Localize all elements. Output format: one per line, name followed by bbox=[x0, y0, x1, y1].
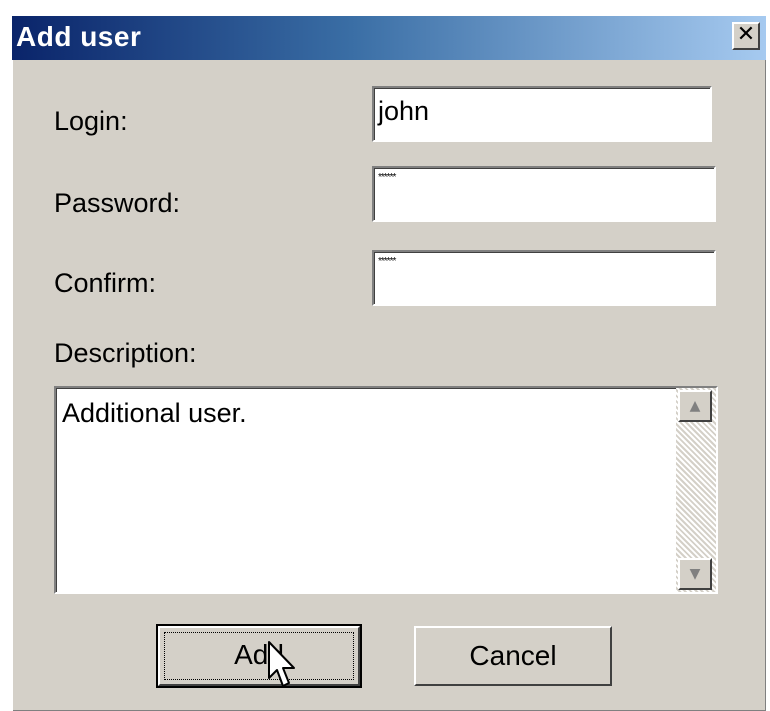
arrow-up-icon: ▲ bbox=[689, 398, 701, 414]
focus-rectangle bbox=[164, 632, 354, 680]
login-value: john bbox=[378, 96, 430, 126]
close-button[interactable]: ✕ bbox=[732, 22, 760, 50]
description-textarea[interactable]: Additional user. ▲ ▼ bbox=[54, 386, 718, 594]
confirm-value: ****** bbox=[378, 256, 396, 267]
description-label: Description: bbox=[54, 338, 197, 368]
title-bar[interactable]: Add user ✕ bbox=[12, 16, 766, 60]
password-label: Password: bbox=[54, 188, 181, 218]
confirm-label: Confirm: bbox=[54, 268, 157, 298]
mouse-pointer-icon bbox=[268, 641, 295, 687]
add-button[interactable]: Add bbox=[156, 624, 362, 688]
cancel-button-label: Cancel bbox=[469, 640, 557, 671]
cancel-button[interactable]: Cancel bbox=[414, 626, 612, 686]
confirm-password-input[interactable]: ****** bbox=[372, 250, 716, 306]
window-title: Add user bbox=[16, 21, 142, 52]
close-icon: ✕ bbox=[736, 22, 756, 47]
login-input[interactable]: john bbox=[372, 86, 712, 142]
password-value: ****** bbox=[378, 172, 396, 183]
scroll-up-button[interactable]: ▲ bbox=[678, 390, 712, 422]
description-scrollbar[interactable]: ▲ ▼ bbox=[676, 388, 716, 592]
scroll-down-button[interactable]: ▼ bbox=[678, 558, 712, 590]
arrow-down-icon: ▼ bbox=[689, 566, 701, 582]
login-label: Login: bbox=[54, 106, 128, 136]
add-user-dialog: Add user ✕ Login: john Password: ****** … bbox=[12, 16, 766, 711]
description-value: Additional user. bbox=[62, 398, 247, 428]
password-input[interactable]: ****** bbox=[372, 166, 716, 222]
